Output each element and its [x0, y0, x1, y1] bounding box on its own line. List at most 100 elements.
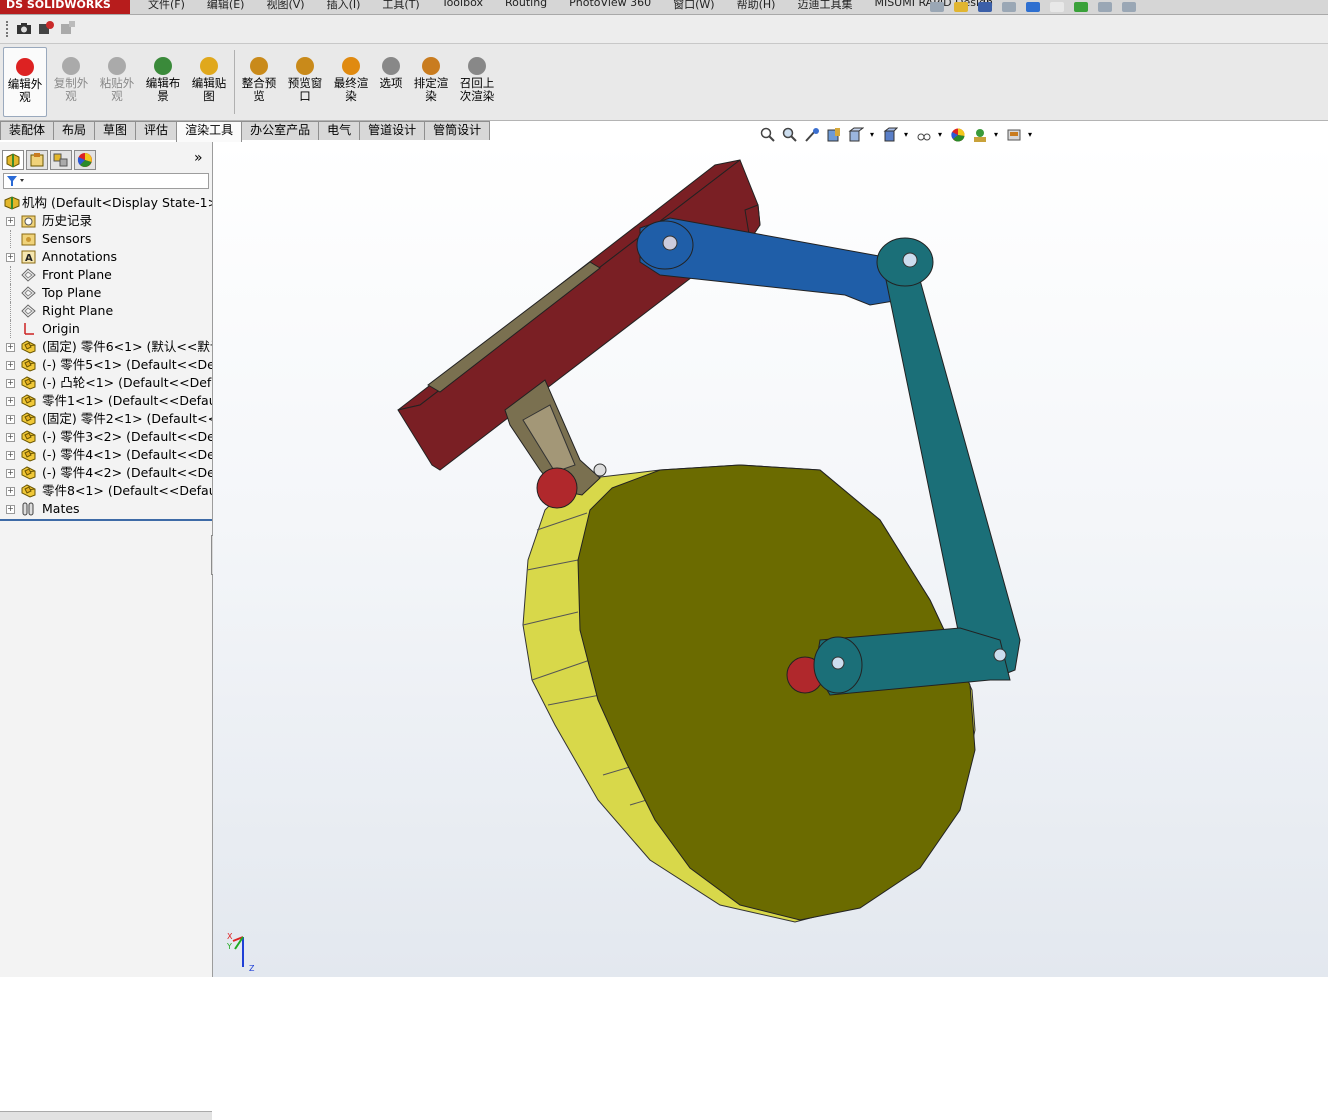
tab-2[interactable]: 布局: [53, 121, 96, 140]
expand-toggle-icon[interactable]: +: [6, 451, 15, 460]
tab-9[interactable]: 管筒设计: [424, 121, 491, 140]
tree-item[interactable]: + (-) 零件5<1> (Default<<Defau: [0, 356, 212, 374]
file-properties-icon[interactable]: [1098, 2, 1112, 12]
view-settings-dropdown-icon[interactable]: ▾: [1028, 127, 1034, 143]
tree-filter[interactable]: [3, 173, 209, 189]
expand-panel-chevron-icon[interactable]: »: [194, 150, 203, 166]
configuration-manager-tab[interactable]: [50, 150, 72, 170]
tab-3[interactable]: 草图: [94, 121, 137, 140]
tab-7[interactable]: 电气: [318, 121, 361, 140]
view-orientation-dropdown-icon[interactable]: ▾: [870, 127, 876, 143]
menu-item[interactable]: 迈迪工具集: [797, 0, 852, 12]
expand-toggle-icon[interactable]: +: [6, 253, 15, 262]
expand-toggle-icon[interactable]: +: [6, 343, 15, 352]
zoom-to-fit-icon[interactable]: [760, 127, 776, 143]
ribbon-button-4[interactable]: 编辑布 景: [141, 47, 185, 117]
expand-toggle-icon[interactable]: +: [6, 487, 15, 496]
render-region-icon[interactable]: [38, 20, 54, 36]
menu-item[interactable]: 窗口(W): [673, 0, 714, 12]
tab-5[interactable]: 渲染工具: [176, 121, 243, 142]
display-manager-tab[interactable]: [74, 150, 96, 170]
expand-toggle-icon[interactable]: +: [6, 379, 15, 388]
new-doc-icon[interactable]: [930, 2, 944, 12]
property-manager-tab[interactable]: [26, 150, 48, 170]
tree-item-label: 历史记录: [42, 213, 93, 228]
tree-item[interactable]: Sensors: [0, 230, 212, 248]
expand-toggle-icon[interactable]: +: [6, 469, 15, 478]
menu-item[interactable]: 工具(T): [382, 0, 419, 12]
apply-scene-icon[interactable]: [972, 127, 988, 143]
ribbon-button-8[interactable]: 最终渲 染: [329, 47, 373, 117]
render-settings-icon[interactable]: [60, 20, 76, 36]
ribbon-button-2[interactable]: 复制外 观: [49, 47, 93, 117]
camera-icon[interactable]: [16, 20, 32, 36]
horizontal-scrollbar[interactable]: [0, 1111, 212, 1120]
expand-toggle-icon[interactable]: +: [6, 397, 15, 406]
zoom-area-icon[interactable]: [782, 127, 798, 143]
display-style-dropdown-icon[interactable]: ▾: [904, 127, 910, 143]
undo-icon[interactable]: [1026, 2, 1040, 12]
tree-item[interactable]: + 零件8<1> (Default<<Default>: [0, 482, 212, 500]
feature-tree-tab[interactable]: [2, 150, 24, 170]
hide-show-dropdown-icon[interactable]: ▾: [938, 127, 944, 143]
tree-item[interactable]: + (固定) 零件2<1> (Default<<D: [0, 410, 212, 428]
solidworks-logo[interactable]: DS SOLIDWORKS: [0, 0, 130, 14]
tree-item[interactable]: + (-) 零件3<2> (Default<<Defau: [0, 428, 212, 446]
display-style-icon[interactable]: [882, 127, 899, 143]
tab-4[interactable]: 评估: [135, 121, 178, 140]
expand-toggle-icon[interactable]: +: [6, 217, 15, 226]
tree-item[interactable]: Origin: [0, 320, 212, 338]
tree-item[interactable]: + Mates: [0, 500, 212, 518]
tree-item[interactable]: + (-) 零件4<2> (Default<<Defau: [0, 464, 212, 482]
ribbon-button-9[interactable]: 选项: [369, 47, 413, 117]
menu-item[interactable]: 文件(F): [148, 0, 185, 12]
select-icon[interactable]: [1050, 2, 1064, 12]
tree-item[interactable]: + A Annotations: [0, 248, 212, 266]
menu-item[interactable]: PhotoView 360: [569, 0, 651, 12]
expand-toggle-icon[interactable]: +: [6, 505, 15, 514]
tab-8[interactable]: 管道设计: [359, 121, 426, 140]
tree-item[interactable]: + (固定) 零件6<1> (默认<<默认>: [0, 338, 212, 356]
expand-toggle-icon[interactable]: +: [6, 433, 15, 442]
open-doc-icon[interactable]: [954, 2, 968, 12]
ribbon-button-11[interactable]: 召回上 次渲染: [455, 47, 499, 117]
tree-item[interactable]: + (-) 凸轮<1> (Default<<Defaul: [0, 374, 212, 392]
menu-item[interactable]: 视图(V): [266, 0, 304, 12]
ribbon-button-3[interactable]: 粘贴外 观: [95, 47, 139, 117]
expand-toggle-icon[interactable]: +: [6, 415, 15, 424]
ribbon-button-1[interactable]: 编辑外 观: [3, 47, 47, 117]
menu-item[interactable]: Toolbox: [442, 0, 483, 12]
graphics-area[interactable]: X Y Z: [213, 142, 1328, 977]
edit-appearance-icon[interactable]: [950, 127, 966, 143]
toolbar-grip[interactable]: [6, 21, 10, 37]
tree-item[interactable]: + 零件1<1> (Default<<Default>: [0, 392, 212, 410]
view-settings-icon[interactable]: [1006, 127, 1022, 143]
ribbon-button-6[interactable]: 整合预 览: [237, 47, 281, 117]
options-gear-icon[interactable]: [1122, 2, 1136, 12]
tab-6[interactable]: 办公室产品: [241, 121, 320, 140]
previous-view-icon[interactable]: [804, 127, 820, 143]
tree-item[interactable]: + (-) 零件4<1> (Default<<Defau: [0, 446, 212, 464]
tree-item[interactable]: + 历史记录: [0, 212, 212, 230]
ribbon-button-10[interactable]: 排定渲 染: [409, 47, 453, 117]
tree-root[interactable]: 机构 (Default<Display State-1>): [0, 194, 212, 212]
tab-1[interactable]: 装配体: [0, 121, 55, 140]
rebuild-icon[interactable]: [1074, 2, 1088, 12]
print-icon[interactable]: [1002, 2, 1016, 12]
menu-item[interactable]: 插入(I): [327, 0, 361, 12]
menu-item[interactable]: 编辑(E): [207, 0, 245, 12]
expand-toggle-icon[interactable]: +: [6, 361, 15, 370]
tree-item[interactable]: Right Plane: [0, 302, 212, 320]
view-orientation-icon[interactable]: [848, 127, 865, 143]
apply-scene-dropdown-icon[interactable]: ▾: [994, 127, 1000, 143]
ribbon-button-5[interactable]: 编辑贴 图: [187, 47, 231, 117]
hide-show-items-icon[interactable]: [916, 127, 932, 143]
tree-item[interactable]: Top Plane: [0, 284, 212, 302]
assembly-model[interactable]: [213, 142, 1328, 977]
save-icon[interactable]: [978, 2, 992, 12]
menu-item[interactable]: 帮助(H): [737, 0, 776, 12]
section-view-icon[interactable]: [826, 127, 842, 143]
tree-item[interactable]: Front Plane: [0, 266, 212, 284]
ribbon-button-7[interactable]: 预览窗 口: [283, 47, 327, 117]
menu-item[interactable]: Routing: [505, 0, 547, 12]
